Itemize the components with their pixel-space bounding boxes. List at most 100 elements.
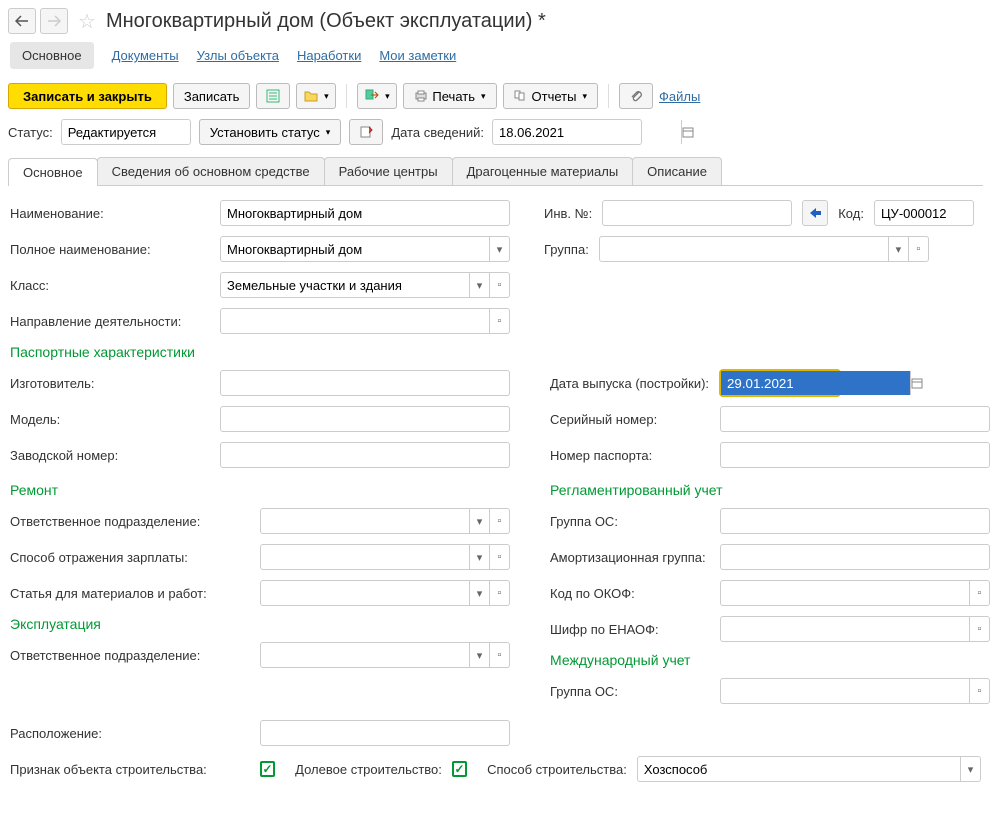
amort-input[interactable] (720, 544, 990, 570)
open-icon[interactable]: ▫ (908, 237, 928, 261)
salary-input[interactable] (261, 545, 469, 569)
status-label: Статус: (8, 125, 53, 140)
attach-icon-button[interactable] (619, 83, 653, 109)
exploit-dept-input[interactable] (261, 643, 469, 667)
transfer-icon-button[interactable]: ▾ (357, 83, 397, 109)
calendar-icon[interactable] (681, 120, 694, 144)
tab-desc[interactable]: Описание (632, 157, 722, 185)
location-label: Расположение: (10, 726, 250, 741)
save-button[interactable]: Записать (173, 83, 251, 109)
print-label: Печать (432, 89, 475, 104)
release-date-input[interactable] (721, 371, 910, 395)
nav-forward-button[interactable] (40, 8, 68, 34)
factory-label: Заводской номер: (10, 448, 210, 463)
dropdown-icon[interactable]: ▾ (960, 757, 980, 781)
dropdown-icon[interactable]: ▾ (469, 545, 489, 569)
dropdown-icon[interactable]: ▾ (888, 237, 908, 261)
group-label: Группа: (544, 242, 589, 257)
serial-label: Серийный номер: (550, 412, 710, 427)
files-link[interactable]: Файлы (659, 89, 700, 104)
share-checkbox[interactable]: ✓ (452, 761, 467, 777)
save-close-button[interactable]: Записать и закрыть (8, 83, 167, 109)
reports-label: Отчеты (532, 89, 577, 104)
group-input[interactable] (600, 237, 888, 261)
intl-osgroup-label: Группа ОС: (550, 684, 710, 699)
nav-notes[interactable]: Мои заметки (379, 48, 456, 69)
construct-flag-checkbox[interactable]: ✓ (260, 761, 275, 777)
tab-centers[interactable]: Рабочие центры (324, 157, 453, 185)
tab-main[interactable]: Основное (8, 158, 98, 186)
dropdown-icon[interactable]: ▾ (469, 581, 489, 605)
nav-work[interactable]: Наработки (297, 48, 361, 69)
print-button[interactable]: Печать ▾ (403, 83, 496, 109)
tab-precious[interactable]: Драгоценные материалы (452, 157, 634, 185)
material-label: Статья для материалов и работ: (10, 586, 250, 601)
open-icon[interactable]: ▫ (489, 509, 509, 533)
nav-back-button[interactable] (8, 8, 36, 34)
okof-label: Код по ОКОФ: (550, 586, 710, 601)
intl-osgroup-input[interactable] (721, 679, 969, 703)
factory-input[interactable] (220, 442, 510, 468)
osgroup-input[interactable] (720, 508, 990, 534)
dropdown-icon[interactable]: ▾ (469, 643, 489, 667)
open-icon[interactable]: ▫ (969, 679, 989, 703)
salary-label: Способ отражения зарплаты: (10, 550, 250, 565)
release-label: Дата выпуска (постройки): (550, 376, 710, 391)
enaof-input[interactable] (721, 617, 969, 641)
dropdown-icon[interactable]: ▾ (469, 509, 489, 533)
material-input[interactable] (261, 581, 469, 605)
repair-dept-input[interactable] (261, 509, 469, 533)
maker-label: Изготовитель: (10, 376, 210, 391)
class-input[interactable] (221, 273, 469, 297)
class-label: Класс: (10, 278, 210, 293)
info-date-input[interactable] (493, 120, 681, 144)
calendar-icon[interactable] (910, 371, 923, 395)
nav-documents[interactable]: Документы (112, 48, 179, 69)
open-icon[interactable]: ▫ (489, 545, 509, 569)
section-regacc: Регламентированный учет (550, 482, 990, 498)
info-date-label: Дата сведений: (391, 125, 484, 140)
list-icon-button[interactable] (256, 83, 290, 109)
model-input[interactable] (220, 406, 510, 432)
page-title: Многоквартирный дом (Объект эксплуатации… (106, 10, 546, 33)
maker-input[interactable] (220, 370, 510, 396)
location-input[interactable] (260, 720, 510, 746)
reports-button[interactable]: Отчеты ▾ (503, 83, 598, 109)
repair-dept-label: Ответственное подразделение: (10, 514, 250, 529)
status-refresh-button[interactable] (349, 119, 383, 145)
code-input[interactable] (874, 200, 974, 226)
inv-label: Инв. №: (544, 206, 592, 221)
share-label: Долевое строительство: (295, 762, 442, 777)
open-icon[interactable]: ▫ (489, 581, 509, 605)
code-label: Код: (838, 206, 864, 221)
exploit-dept-label: Ответственное подразделение: (10, 648, 250, 663)
open-icon[interactable]: ▫ (489, 273, 509, 297)
nav-main[interactable]: Основное (10, 42, 94, 69)
open-icon[interactable]: ▫ (969, 617, 989, 641)
nav-nodes[interactable]: Узлы объекта (197, 48, 279, 69)
inv-input[interactable] (602, 200, 792, 226)
status-input[interactable] (61, 119, 191, 145)
passportnum-input[interactable] (720, 442, 990, 468)
open-icon[interactable]: ▫ (969, 581, 989, 605)
activity-input[interactable] (221, 309, 489, 333)
serial-input[interactable] (720, 406, 990, 432)
name-input[interactable] (220, 200, 510, 226)
section-intl: Международный учет (550, 652, 990, 668)
dropdown-icon[interactable]: ▾ (469, 273, 489, 297)
tab-asset[interactable]: Сведения об основном средстве (97, 157, 325, 185)
model-label: Модель: (10, 412, 210, 427)
set-status-button[interactable]: Установить статус▾ (199, 119, 342, 145)
open-icon[interactable]: ▫ (489, 309, 509, 333)
okof-input[interactable] (721, 581, 969, 605)
dropdown-icon[interactable]: ▾ (489, 237, 509, 261)
method-label: Способ строительства: (487, 762, 627, 777)
fullname-input[interactable] (221, 237, 489, 261)
favorite-star-icon[interactable]: ☆ (78, 9, 96, 34)
fill-arrow-button[interactable] (802, 200, 828, 226)
open-icon[interactable]: ▫ (489, 643, 509, 667)
activity-label: Направление деятельности: (10, 314, 210, 329)
section-repair: Ремонт (10, 482, 530, 498)
method-input[interactable] (638, 757, 960, 781)
folder-icon-button[interactable]: ▾ (296, 83, 336, 109)
